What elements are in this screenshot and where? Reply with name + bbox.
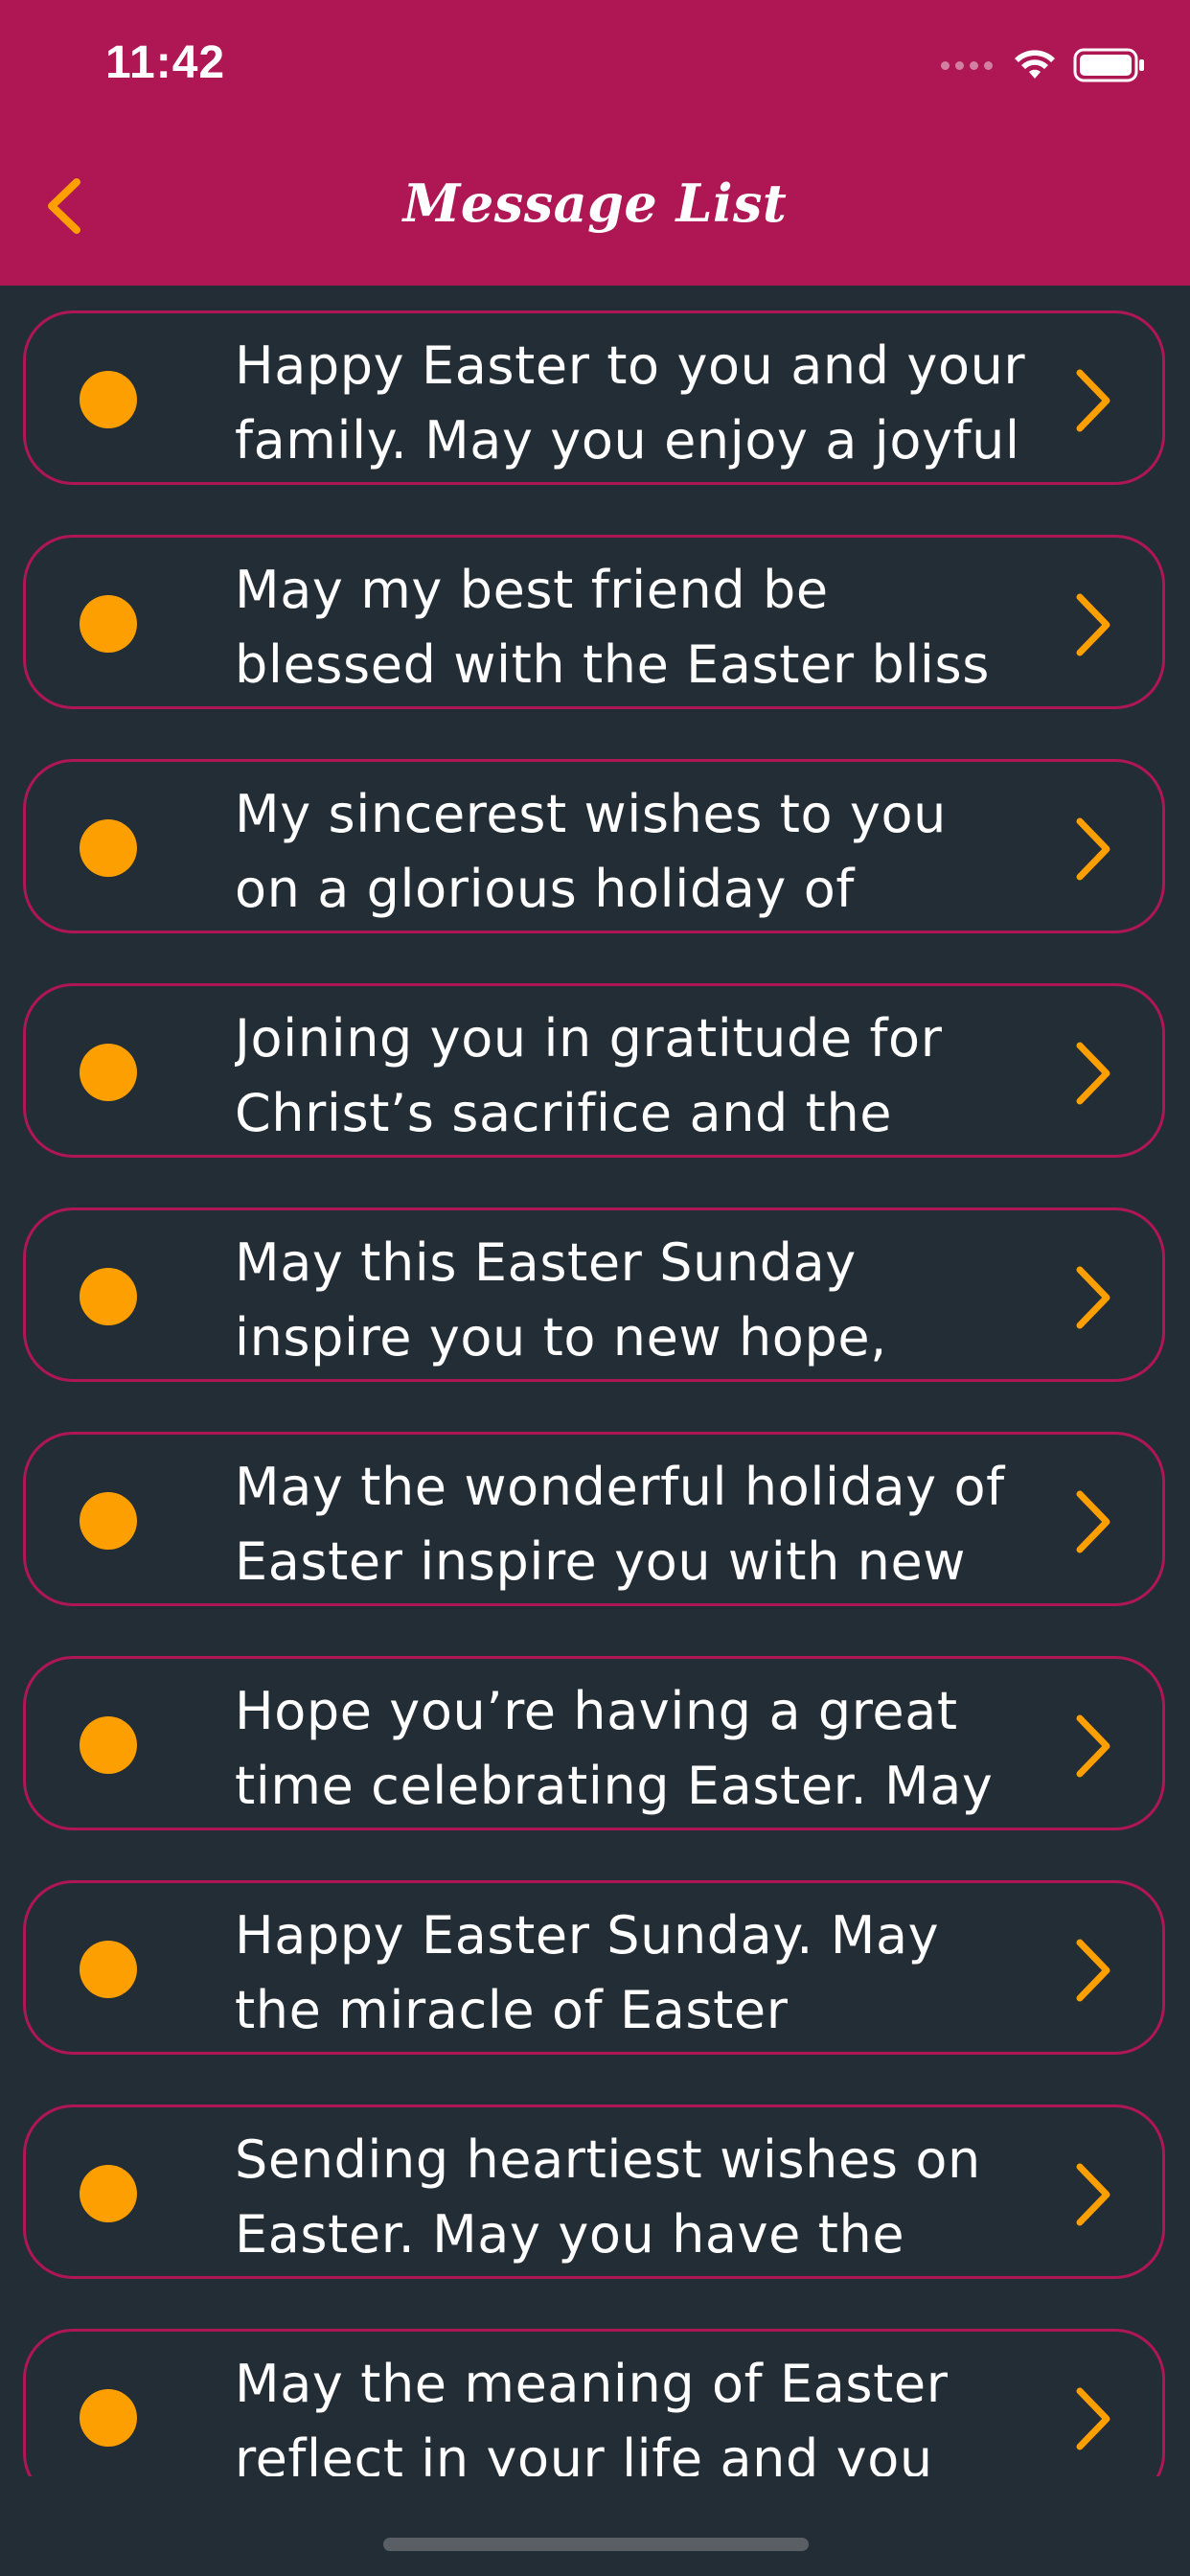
bullet-dot-icon: [80, 2389, 137, 2447]
message-list-item[interactable]: My sincerest wishes to you on a glorious…: [23, 759, 1165, 933]
chevron-right-icon: [1076, 593, 1110, 656]
message-line-1: Hope you’re having a great: [235, 1681, 958, 1741]
bullet-dot-icon: [80, 595, 137, 653]
chevron-right-icon: [1076, 1714, 1110, 1778]
bullet-dot-icon: [80, 1492, 137, 1550]
message-line-1: Sending heartiest wishes on: [235, 2129, 981, 2190]
status-indicators: [941, 42, 1146, 88]
battery-icon: [1073, 48, 1144, 82]
bullet-dot-icon: [80, 1268, 137, 1325]
message-preview: My sincerest wishes to you on a glorious…: [235, 777, 1049, 921]
message-line-1: May this Easter Sunday: [235, 1232, 857, 1293]
message-line-2: family. May you enjoy a joyful: [235, 410, 1020, 471]
message-list-item[interactable]: Hope you’re having a great time celebrat…: [23, 1656, 1165, 1830]
chevron-right-icon: [1076, 2387, 1110, 2450]
chevron-right-icon: [1076, 1042, 1110, 1105]
chevron-right-icon: [1076, 1939, 1110, 2002]
message-list-item[interactable]: May this Easter Sunday inspire you to ne…: [23, 1208, 1165, 1382]
home-indicator[interactable]: [383, 2538, 809, 2551]
message-list-item[interactable]: Happy Easter Sunday. May the miracle of …: [23, 1880, 1165, 2055]
message-line-1: Happy Easter Sunday. May: [235, 1905, 940, 1966]
message-line-1: Joining you in gratitude for: [235, 1008, 943, 1069]
message-line-2: blessed with the Easter bliss: [235, 634, 991, 695]
message-line-2: the miracle of Easter: [235, 1980, 789, 2040]
chevron-right-icon: [1076, 2163, 1110, 2226]
message-preview: May this Easter Sunday inspire you to ne…: [235, 1226, 1049, 1369]
bullet-dot-icon: [80, 1044, 137, 1101]
bullet-dot-icon: [80, 1941, 137, 1998]
message-line-1: May the meaning of Easter: [235, 2354, 949, 2414]
message-line-2: inspire you to new hope,: [235, 1307, 887, 1368]
bullet-dot-icon: [80, 371, 137, 428]
message-line-1: My sincerest wishes to you: [235, 784, 947, 844]
message-line-2: reflect in your life and you: [235, 2428, 933, 2476]
message-list-item[interactable]: May my best friend be blessed with the E…: [23, 535, 1165, 709]
message-list[interactable]: Happy Easter to you and your family. May…: [0, 286, 1190, 2476]
message-line-2: Christ’s sacrifice and the: [235, 1083, 893, 1143]
cellular-signal-icon: [941, 60, 993, 70]
message-preview: Happy Easter Sunday. May the miracle of …: [235, 1898, 1049, 2042]
message-preview: May the meaning of Easter reflect in you…: [235, 2347, 1049, 2476]
chevron-right-icon: [1076, 1266, 1110, 1329]
bullet-dot-icon: [80, 1716, 137, 1774]
message-list-item[interactable]: Joining you in gratitude for Christ’s sa…: [23, 983, 1165, 1158]
page-title: Message List: [402, 172, 788, 234]
message-line-2: on a glorious holiday of: [235, 859, 855, 919]
message-line-1: Happy Easter to you and your: [235, 335, 1026, 396]
chevron-right-icon: [1076, 817, 1110, 881]
message-line-2: Easter. May you have the: [235, 2204, 905, 2265]
message-preview: May the wonderful holiday of Easter insp…: [235, 1450, 1049, 1594]
navigation-header: 11:42 Message List: [0, 0, 1190, 286]
message-line-2: time celebrating Easter. May: [235, 1756, 994, 1816]
bullet-dot-icon: [80, 2165, 137, 2222]
message-list-item[interactable]: May the meaning of Easter reflect in you…: [23, 2329, 1165, 2476]
chevron-right-icon: [1076, 1490, 1110, 1553]
status-time: 11:42: [105, 37, 226, 88]
message-preview: May my best friend be blessed with the E…: [235, 553, 1049, 697]
message-line-1: May my best friend be: [235, 560, 829, 620]
message-line-1: May the wonderful holiday of: [235, 1457, 1005, 1517]
chevron-right-icon: [1076, 369, 1110, 432]
message-list-item[interactable]: Happy Easter to you and your family. May…: [23, 310, 1165, 485]
message-list-item[interactable]: May the wonderful holiday of Easter insp…: [23, 1432, 1165, 1606]
wifi-icon: [1015, 50, 1055, 79]
message-preview: Hope you’re having a great time celebrat…: [235, 1674, 1049, 1818]
message-preview: Joining you in gratitude for Christ’s sa…: [235, 1001, 1049, 1145]
message-preview: Happy Easter to you and your family. May…: [235, 329, 1049, 472]
bullet-dot-icon: [80, 819, 137, 877]
message-line-2: Easter inspire you with new: [235, 1531, 967, 1592]
message-list-item[interactable]: Sending heartiest wishes on Easter. May …: [23, 2104, 1165, 2279]
message-preview: Sending heartiest wishes on Easter. May …: [235, 2123, 1049, 2266]
